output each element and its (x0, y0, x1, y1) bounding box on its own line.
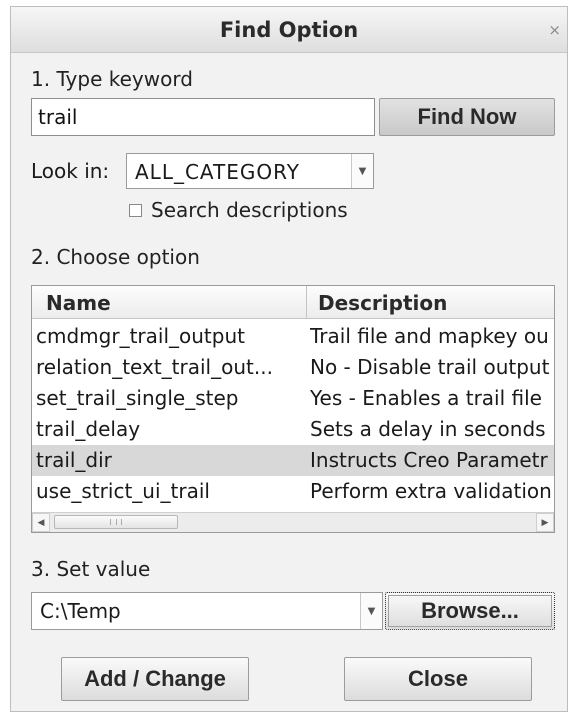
column-header-description[interactable]: Description (318, 291, 447, 315)
table-row[interactable]: trail_delay Sets a delay in seconds (32, 414, 554, 445)
step2-label: 2. Choose option (31, 245, 200, 269)
chevron-down-icon[interactable]: ▼ (360, 593, 382, 629)
grip-icon (110, 519, 122, 525)
close-icon[interactable]: × (548, 21, 561, 39)
table-row[interactable]: relation_text_trail_out... No - Disable … (32, 352, 554, 383)
option-description: Sets a delay in seconds (310, 417, 546, 441)
find-option-dialog: Find Option × 1. Type keyword trail Find… (10, 6, 568, 712)
option-name: set_trail_single_step (36, 386, 239, 410)
find-now-button[interactable]: Find Now (379, 98, 555, 136)
table-header: Name Description (32, 286, 554, 319)
option-name: use_strict_ui_trail (36, 479, 210, 503)
option-name: trail_delay (36, 417, 141, 441)
set-value-text: C:\Temp (40, 599, 121, 623)
table-row-selected[interactable]: trail_dir Instructs Creo Parametr (32, 445, 554, 476)
keyword-input[interactable]: trail (31, 98, 375, 136)
arrow-right-icon[interactable]: ▶ (536, 513, 554, 532)
option-description: Perform extra validation (310, 479, 552, 503)
step3-label: 3. Set value (31, 557, 151, 581)
search-descriptions-label: Search descriptions (151, 198, 348, 222)
add-change-button[interactable]: Add / Change (61, 657, 249, 701)
dialog-title: Find Option (219, 18, 359, 42)
look-in-value: ALL_CATEGORY (135, 160, 300, 184)
option-name: cmdmgr_trail_output (36, 324, 245, 348)
table-row[interactable]: cmdmgr_trail_output Trail file and mapke… (32, 321, 554, 352)
scrollbar-thumb[interactable] (54, 515, 178, 529)
option-description: Trail file and mapkey ou (310, 324, 549, 348)
search-descriptions-option[interactable]: Search descriptions (129, 198, 348, 222)
close-button[interactable]: Close (344, 657, 532, 701)
option-name: relation_text_trail_out... (36, 355, 273, 379)
look-in-dropdown[interactable]: ALL_CATEGORY ▼ (126, 153, 374, 189)
horizontal-scrollbar[interactable]: ◀ ▶ (32, 512, 554, 532)
step1-label: 1. Type keyword (31, 67, 193, 91)
search-descriptions-checkbox[interactable] (129, 204, 142, 217)
arrow-left-icon[interactable]: ◀ (32, 513, 50, 532)
title-bar[interactable]: Find Option × (11, 7, 567, 53)
table-row[interactable]: use_strict_ui_trail Perform extra valida… (32, 476, 554, 507)
chevron-down-icon[interactable]: ▼ (351, 154, 373, 188)
set-value-dropdown[interactable]: C:\Temp ▼ (31, 592, 383, 630)
option-description: No - Disable trail output (310, 355, 550, 379)
look-in-label: Look in: (31, 159, 110, 183)
option-description: Instructs Creo Parametr (310, 448, 548, 472)
table-row[interactable]: set_trail_single_step Yes - Enables a tr… (32, 383, 554, 414)
column-divider[interactable] (306, 286, 307, 319)
options-table: Name Description cmdmgr_trail_output Tra… (31, 285, 555, 533)
column-header-name[interactable]: Name (46, 291, 111, 315)
option-description: Yes - Enables a trail file (310, 386, 542, 410)
browse-button[interactable]: Browse... (385, 592, 555, 630)
option-name: trail_dir (36, 448, 112, 472)
